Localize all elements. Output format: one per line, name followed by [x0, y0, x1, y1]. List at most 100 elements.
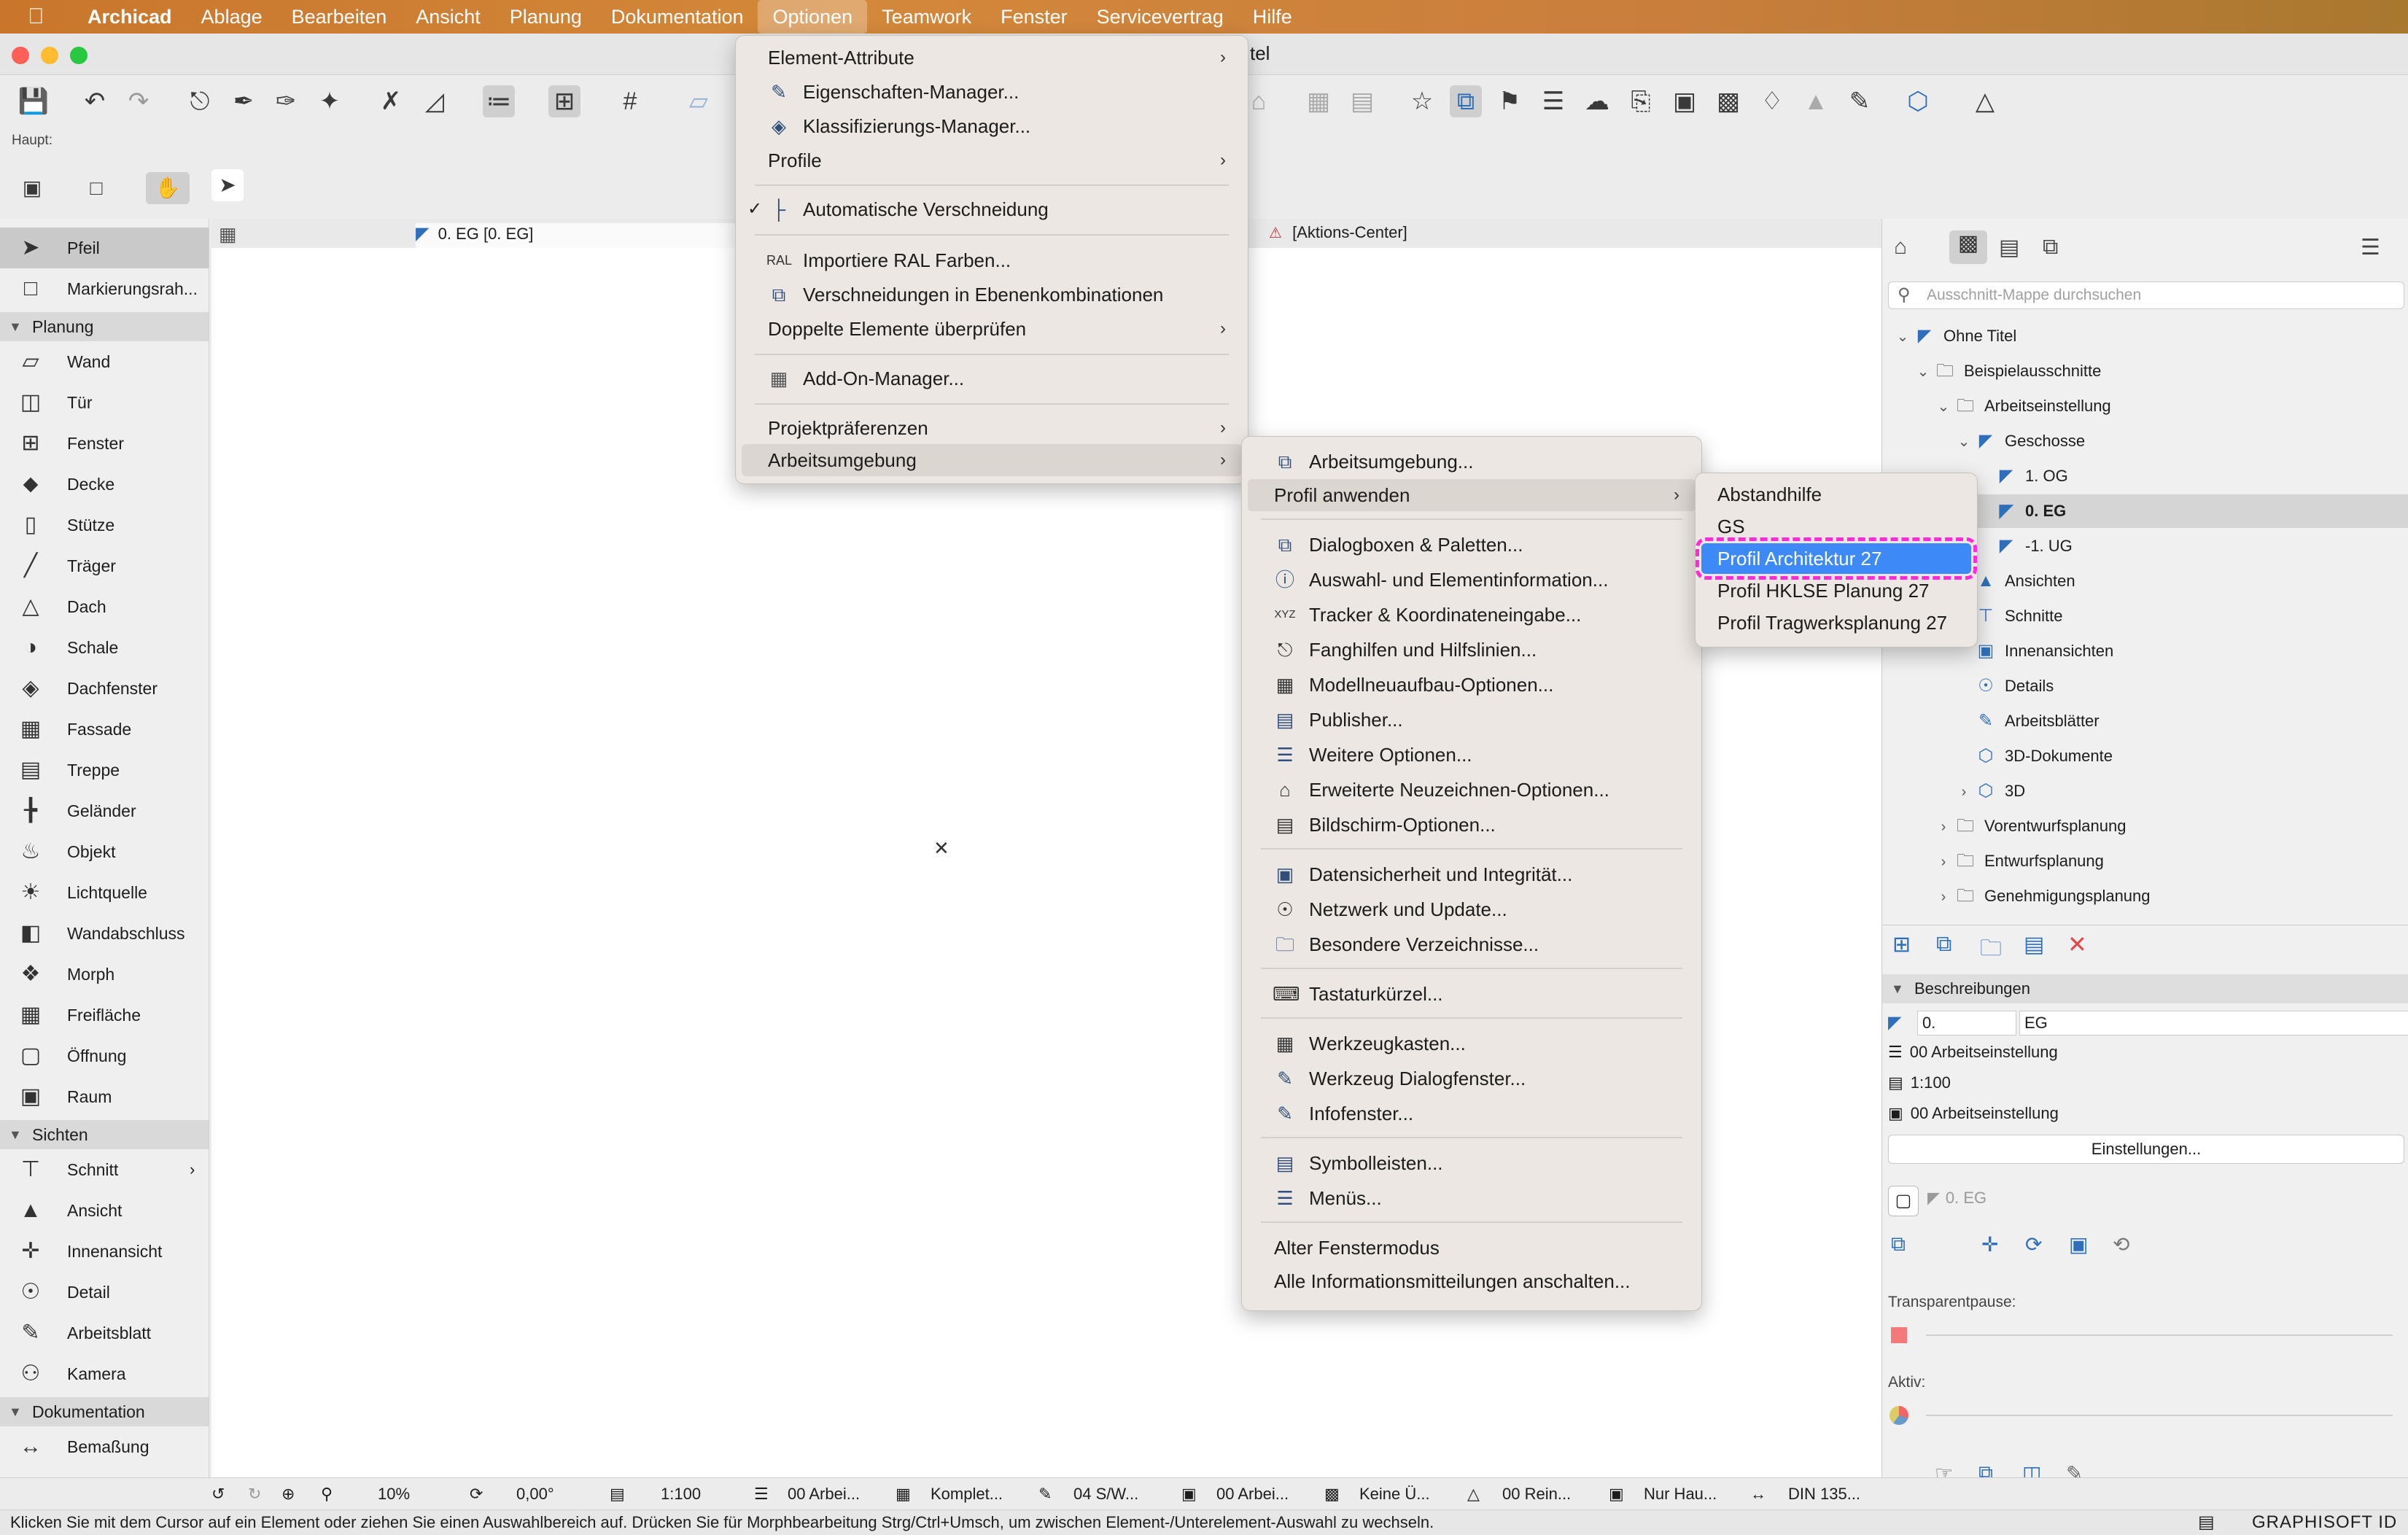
model-view-value[interactable]: 00 Arbei...	[1216, 1478, 1289, 1510]
snap-points-icon[interactable]: ⊞	[548, 85, 580, 117]
tree-item-genehmigungsplanung[interactable]: › 🗀 Genehmigungsplanung	[1933, 879, 2151, 913]
submenu-item-werkzeug-dialogfenster[interactable]: ✎ Werkzeug Dialogfenster...	[1248, 1062, 1696, 1095]
zoom-forward-icon[interactable]: ↻	[248, 1478, 261, 1510]
descriptions-header[interactable]: ▼ Beschreibungen	[1882, 974, 2408, 1003]
tool-oeffnung[interactable]: ▢ Öffnung	[0, 1035, 209, 1076]
tool-gelaender[interactable]: ╊ Geländer	[0, 790, 209, 831]
tree-item-0-eg[interactable]: ◤ 0. EG	[1974, 494, 2066, 528]
menu-item-verschneidungen-ebenenkombinationen[interactable]: ⧉ Verschneidungen in Ebenenkombinationen	[742, 279, 1242, 311]
image-icon[interactable]: ▩	[1712, 85, 1744, 117]
submenu-item-dialogboxen[interactable]: ⧉ Dialogboxen & Paletten...	[1248, 529, 1696, 561]
submenu-item-besondere-verzeichnisse[interactable]: 🗀 Besondere Verzeichnisse...	[1248, 928, 1696, 960]
flag-icon[interactable]: ⚑	[1494, 85, 1526, 117]
menu-item-importiere-ral-farben[interactable]: RAL Importiere RAL Farben...	[742, 244, 1242, 276]
magic-wand-icon[interactable]: ✦	[314, 85, 346, 117]
submenu-item-fanghilfen[interactable]: ⎋ Fanghilfen und Hilfslinien...	[1248, 634, 1696, 666]
submenu-item-alter-fenstermodus[interactable]: Alter Fenstermodus	[1248, 1232, 1696, 1264]
label-icon[interactable]: ✎	[1844, 85, 1876, 117]
zoom-value[interactable]: 10%	[378, 1478, 410, 1510]
submenu-item-tastaturkuerzel[interactable]: ⌨ Tastaturkürzel...	[1248, 978, 1696, 1010]
pick-up-icon[interactable]: ✒	[228, 85, 260, 117]
tool-kamera[interactable]: ⚇ Kamera	[0, 1353, 209, 1394]
menu-archicad[interactable]: Archicad	[73, 0, 187, 34]
selection-method-icon[interactable]: ▣	[16, 172, 48, 204]
tool-schale[interactable]: ◑ Schale	[0, 627, 209, 668]
menu-ablage[interactable]: Ablage	[187, 0, 277, 34]
tool-schnitt[interactable]: ⊤ Schnitt ›	[0, 1149, 209, 1190]
save-icon[interactable]: 💾	[18, 85, 50, 117]
favorites-icon[interactable]: ☆	[1406, 85, 1438, 117]
menu-item-klassifizierungs-manager[interactable]: ◈ Klassifizierungs-Manager...	[742, 110, 1242, 142]
zoom-window-button[interactable]	[70, 47, 88, 64]
pen-set-value[interactable]: 04 S/W...	[1073, 1478, 1138, 1510]
close-window-button[interactable]	[12, 47, 29, 64]
profile-item-hklse-27[interactable]: Profil HKLSE Planung 27	[1701, 575, 1971, 606]
tool-tuer[interactable]: ◫ Tür	[0, 382, 209, 423]
tool-morph[interactable]: ❖ Morph	[0, 954, 209, 995]
zoom-in-icon[interactable]: ⊕	[281, 1478, 295, 1510]
tool-stuetze[interactable]: ▯ Stütze	[0, 505, 209, 545]
submenu-item-netzwerk-update[interactable]: ☉ Netzwerk und Update...	[1248, 893, 1696, 925]
tool-ansicht[interactable]: ▲ Ansicht	[0, 1190, 209, 1231]
menu-item-projektpraeferenzen[interactable]: Projektpräferenzen ›	[742, 412, 1242, 444]
arrow-tool-icon[interactable]: ➤	[211, 169, 244, 201]
snap-guides-icon[interactable]: ≔	[483, 85, 515, 117]
project-map-icon[interactable]: ⌂	[1894, 235, 1907, 260]
view-map-icon[interactable]: ▩	[1949, 230, 1987, 264]
color-swatch-red[interactable]	[1891, 1327, 1907, 1343]
clone-view-icon[interactable]: ⧉	[1936, 932, 1951, 957]
fit-window-icon[interactable]: ⚲	[321, 1478, 333, 1510]
tool-raum[interactable]: ▣ Raum	[0, 1076, 209, 1117]
tool-arbeitsblatt[interactable]: ✎ Arbeitsblatt	[0, 1313, 209, 1353]
menu-item-doppelte-elemente[interactable]: Doppelte Elemente überprüfen ›	[742, 313, 1242, 345]
angle-value[interactable]: 0,00°	[516, 1478, 554, 1510]
submenu-item-werkzeugkasten[interactable]: ▦ Werkzeugkasten...	[1248, 1027, 1696, 1060]
tree-item-arbeitseinstellung[interactable]: ⌄ 🗀 Arbeitseinstellung	[1933, 389, 2111, 423]
menu-item-automatische-verschneidung[interactable]: ✓ ├ Automatische Verschneidung	[742, 193, 1242, 225]
grid-view-icon[interactable]: ▦	[219, 223, 237, 246]
submenu-item-infofenster[interactable]: ✎ Infofenster...	[1248, 1097, 1696, 1130]
elevation-icon[interactable]: ▤	[1346, 85, 1378, 117]
tool-lichtquelle[interactable]: ☀ Lichtquelle	[0, 872, 209, 913]
submenu-item-informationsmitteilungen[interactable]: Alle Informationsmitteilungen anschalten…	[1248, 1265, 1696, 1297]
tool-fassade[interactable]: ▦ Fassade	[0, 709, 209, 750]
menu-item-eigenschaften-manager[interactable]: ✎ Eigenschaften-Manager...	[742, 76, 1242, 108]
tree-item-3d[interactable]: › ⬡ 3D	[1954, 774, 2025, 808]
tree-item-details[interactable]: ☉ Details	[1954, 669, 2054, 703]
compare-icon[interactable]: ▣	[2069, 1232, 2088, 1256]
panel-icon[interactable]: ▤	[2198, 1510, 2215, 1535]
section-planung[interactable]: ▼ Planung	[0, 312, 209, 341]
graphisoft-brand[interactable]: GRAPHISOFT ID	[2252, 1510, 2397, 1535]
active-slider[interactable]	[1926, 1415, 2393, 1416]
submenu-item-weitere-optionen[interactable]: ☰ Weitere Optionen...	[1248, 739, 1696, 771]
tree-item-ohne-titel[interactable]: ⌄ ◤ Ohne Titel	[1892, 319, 2017, 353]
menu-item-arbeitsumgebung[interactable]: Arbeitsumgebung ›	[742, 444, 1242, 476]
hand-icon[interactable]: ✋	[146, 172, 190, 204]
menu-item-element-attribute[interactable]: Element-Attribute ›	[742, 42, 1242, 74]
tool-innenansicht[interactable]: ✛ Innenansicht	[0, 1231, 209, 1272]
tool-wandabschluss[interactable]: ◧ Wandabschluss	[0, 913, 209, 954]
tree-item-minus-1-ug[interactable]: ◤ -1. UG	[1974, 529, 2073, 563]
dimension-standard-value[interactable]: Komplet...	[931, 1478, 1003, 1510]
submenu-item-arbeitsumgebung[interactable]: ⧉ Arbeitsumgebung...	[1248, 446, 1696, 478]
layout-icon[interactable]: ⧉	[1450, 85, 1482, 117]
move-reference-icon[interactable]: ✛	[1981, 1232, 1998, 1256]
list-icon[interactable]: ☰	[1537, 85, 1569, 117]
submenu-item-tracker[interactable]: XYZ Tracker & Koordinateneingabe...	[1248, 599, 1696, 631]
trim-icon[interactable]: ✗	[375, 85, 407, 117]
inject-icon[interactable]: ✑	[270, 85, 302, 117]
publish-icon[interactable]: ⎘	[1625, 85, 1657, 117]
tool-dachfenster[interactable]: ◈ Dachfenster	[0, 668, 209, 709]
menu-planung[interactable]: Planung	[495, 0, 597, 34]
library-icon[interactable]: ♢	[1756, 85, 1788, 117]
profile-item-architektur-27[interactable]: Profil Architektur 27	[1696, 537, 1977, 580]
dimension-value[interactable]: DIN 135...	[1788, 1478, 1860, 1510]
renovation-filter-value[interactable]: 00 Rein...	[1502, 1478, 1571, 1510]
apple-icon[interactable]: 	[28, 4, 60, 29]
scale-value[interactable]: 1:100	[661, 1478, 701, 1510]
submenu-item-publisher[interactable]: ▤ Publisher...	[1248, 704, 1696, 736]
surface-icon[interactable]: △	[1969, 85, 2001, 117]
settings-button[interactable]: Einstellungen...	[1888, 1135, 2404, 1164]
menu-bearbeiten[interactable]: Bearbeiten	[277, 0, 402, 34]
menu-item-add-on-manager[interactable]: ▦ Add-On-Manager...	[742, 362, 1242, 395]
